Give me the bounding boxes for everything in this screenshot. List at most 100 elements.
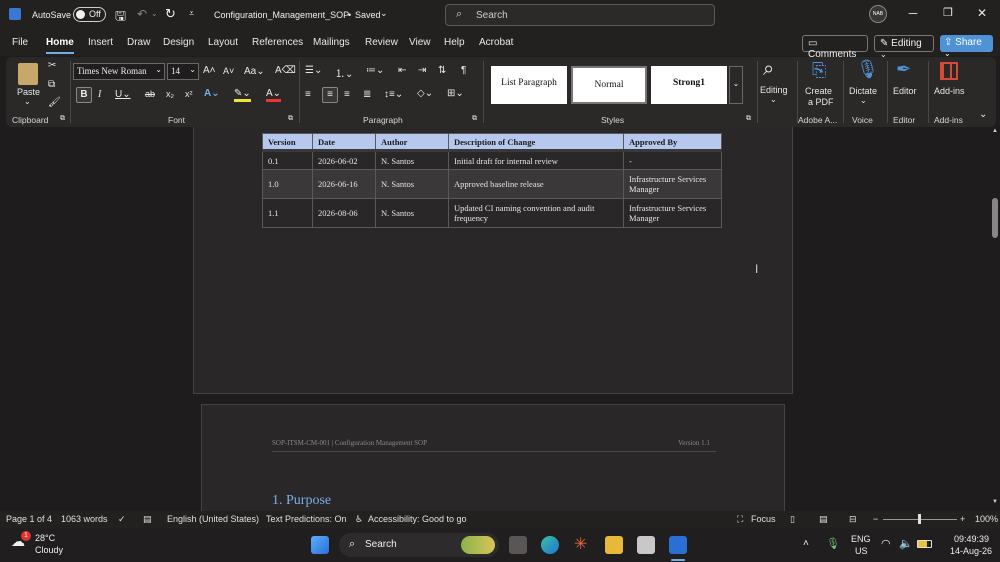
borders-icon[interactable]: ⊞⌄	[447, 88, 464, 99]
font-color-icon[interactable]: A⌄	[266, 88, 282, 102]
table-cell[interactable]: -	[623, 150, 722, 170]
table-cell[interactable]: 0.1	[262, 150, 313, 170]
zoom-in-icon[interactable]: +	[960, 514, 965, 524]
undo-icon[interactable]: ↶	[137, 7, 147, 21]
addins-icon[interactable]	[940, 62, 958, 80]
table-cell[interactable]: Initial draft for internal review	[448, 150, 624, 170]
pilcrow-icon[interactable]: ¶	[461, 65, 466, 76]
share-button[interactable]: ⇪ Share ⌄	[940, 35, 993, 58]
line-spacing-icon[interactable]: ↕≡⌄	[384, 89, 403, 100]
dialog-launcher-icon[interactable]: ⧉	[746, 115, 751, 123]
saved-status[interactable]: Saved	[355, 10, 381, 20]
underline-icon[interactable]: U⌄	[115, 89, 131, 100]
superscript-icon[interactable]: x²	[185, 89, 193, 99]
microphone-icon[interactable]: 🎙	[826, 537, 840, 550]
editor-label[interactable]: Editor	[893, 86, 917, 96]
find-icon[interactable]: ⌕	[763, 58, 774, 81]
word-taskbar-icon[interactable]	[669, 536, 687, 554]
zoom-out-icon[interactable]: −	[873, 514, 878, 524]
style-normal[interactable]: Normal	[571, 66, 647, 104]
paste-icon[interactable]	[18, 63, 38, 85]
chevron-down-icon[interactable]: ⌄	[860, 96, 867, 105]
tab-help[interactable]: Help	[444, 37, 465, 48]
table-cell[interactable]: Infrastructure Services Manager	[623, 169, 722, 199]
copy-icon[interactable]: ⧉	[48, 79, 55, 90]
zoom-slider-thumb[interactable]	[918, 514, 921, 524]
search-box[interactable]: ⌕ Search	[445, 4, 715, 26]
focus-label[interactable]: Focus	[751, 514, 776, 524]
dialog-launcher-icon[interactable]: ⧉	[472, 115, 477, 123]
customize-toolbar-icon[interactable]: ⩡	[189, 8, 194, 19]
wifi-icon[interactable]: ◠	[881, 537, 891, 550]
taskbar-search[interactable]: ⌕ Search	[339, 533, 499, 557]
tab-acrobat[interactable]: Acrobat	[479, 37, 513, 48]
table-cell[interactable]: Approved baseline release	[448, 169, 624, 199]
focus-icon[interactable]: ⛶	[737, 514, 743, 525]
subscript-icon[interactable]: x₂	[166, 89, 174, 99]
editor-icon[interactable]: ✒	[896, 59, 911, 80]
text-effects-icon[interactable]: A⌄	[204, 88, 220, 99]
tab-view[interactable]: View	[409, 37, 431, 48]
table-cell[interactable]: N. Santos	[375, 169, 449, 199]
language-line1[interactable]: ENG	[851, 534, 871, 544]
page-count[interactable]: Page 1 of 4	[6, 514, 52, 524]
table-cell[interactable]: N. Santos	[375, 198, 449, 228]
undo-dropdown-icon[interactable]: ⌄	[151, 9, 158, 18]
section-heading-purpose[interactable]: 1. Purpose	[272, 493, 331, 509]
highlight-icon[interactable]: ✎⌄	[234, 88, 251, 102]
table-cell[interactable]: 1.0	[262, 169, 313, 199]
read-mode-icon[interactable]: ▯	[790, 514, 795, 525]
align-left-icon[interactable]: ≡	[305, 89, 311, 100]
style-list-paragraph[interactable]: List Paragraph	[491, 66, 567, 104]
accessibility-icon[interactable]: ♿	[355, 514, 363, 525]
decrease-indent-icon[interactable]: ⇤	[398, 65, 406, 76]
weather-desc[interactable]: Cloudy	[35, 545, 63, 555]
table-cell[interactable]: 2026-08-06	[312, 198, 376, 228]
collapse-ribbon-icon[interactable]: ⌄	[979, 109, 987, 120]
start-button[interactable]	[311, 536, 329, 554]
create-pdf-label-line2[interactable]: a PDF	[808, 97, 834, 107]
table-cell[interactable]: N. Santos	[375, 150, 449, 170]
accessibility-status[interactable]: Accessibility: Good to go	[368, 514, 467, 524]
dictate-label[interactable]: Dictate	[849, 86, 877, 96]
autosave-toggle[interactable]: Off	[73, 7, 106, 22]
paste-dropdown-icon[interactable]: ⌄	[24, 97, 31, 106]
scroll-down-icon[interactable]: ▼	[992, 499, 998, 505]
redo-icon[interactable]: ↻	[165, 6, 176, 22]
paste-label[interactable]: Paste	[17, 87, 40, 97]
create-pdf-label-line1[interactable]: Create	[805, 86, 832, 96]
task-view-icon[interactable]	[509, 536, 527, 554]
multilevel-list-icon[interactable]: ≔⌄	[366, 65, 384, 76]
text-predictions-status[interactable]: Text Predictions: On	[266, 514, 347, 524]
volume-icon[interactable]: 🔈	[899, 537, 913, 550]
align-right-icon[interactable]: ≡	[344, 89, 350, 100]
shading-icon[interactable]: ◇⌄	[417, 88, 433, 99]
chevron-down-icon[interactable]: ⌄	[770, 95, 777, 104]
table-cell[interactable]: Infrastructure Services Manager	[623, 198, 722, 228]
table-cell[interactable]: 2026-06-02	[312, 150, 376, 170]
table-row[interactable]: 1.0 2026-06-16 N. Santos Approved baseli…	[262, 169, 722, 199]
sort-icon[interactable]: ⇅	[438, 65, 446, 76]
comments-button[interactable]: ▭ Comments	[802, 35, 868, 60]
tab-draw[interactable]: Draw	[127, 37, 150, 48]
microphone-icon[interactable]: 🎙	[856, 59, 879, 80]
grow-font-icon[interactable]: A˄	[203, 65, 216, 76]
document-canvas[interactable]: Version Date Author Description of Chang…	[0, 127, 1000, 511]
shrink-font-icon[interactable]: A˅	[223, 66, 234, 76]
tab-review[interactable]: Review	[365, 37, 398, 48]
style-strong[interactable]: Strong1	[651, 66, 727, 104]
italic-icon[interactable]: I	[98, 89, 101, 100]
clock-time[interactable]: 09:49:39	[954, 534, 989, 544]
tab-file[interactable]: File	[12, 37, 28, 48]
saved-chevron-icon[interactable]: ⌄	[380, 8, 388, 19]
increase-indent-icon[interactable]: ⇥	[418, 65, 426, 76]
restore-icon[interactable]: ❐	[938, 6, 958, 19]
tab-references[interactable]: References	[252, 37, 303, 48]
bullets-icon[interactable]: ☰⌄	[305, 65, 322, 76]
edge-icon[interactable]	[541, 536, 559, 554]
styles-gallery-more-button[interactable]: ⌄	[729, 66, 743, 104]
file-explorer-icon[interactable]	[605, 536, 623, 554]
proofing-icon[interactable]: ✓	[118, 514, 126, 525]
language-line2[interactable]: US	[855, 546, 868, 556]
avatar[interactable]: NAB	[869, 5, 887, 23]
